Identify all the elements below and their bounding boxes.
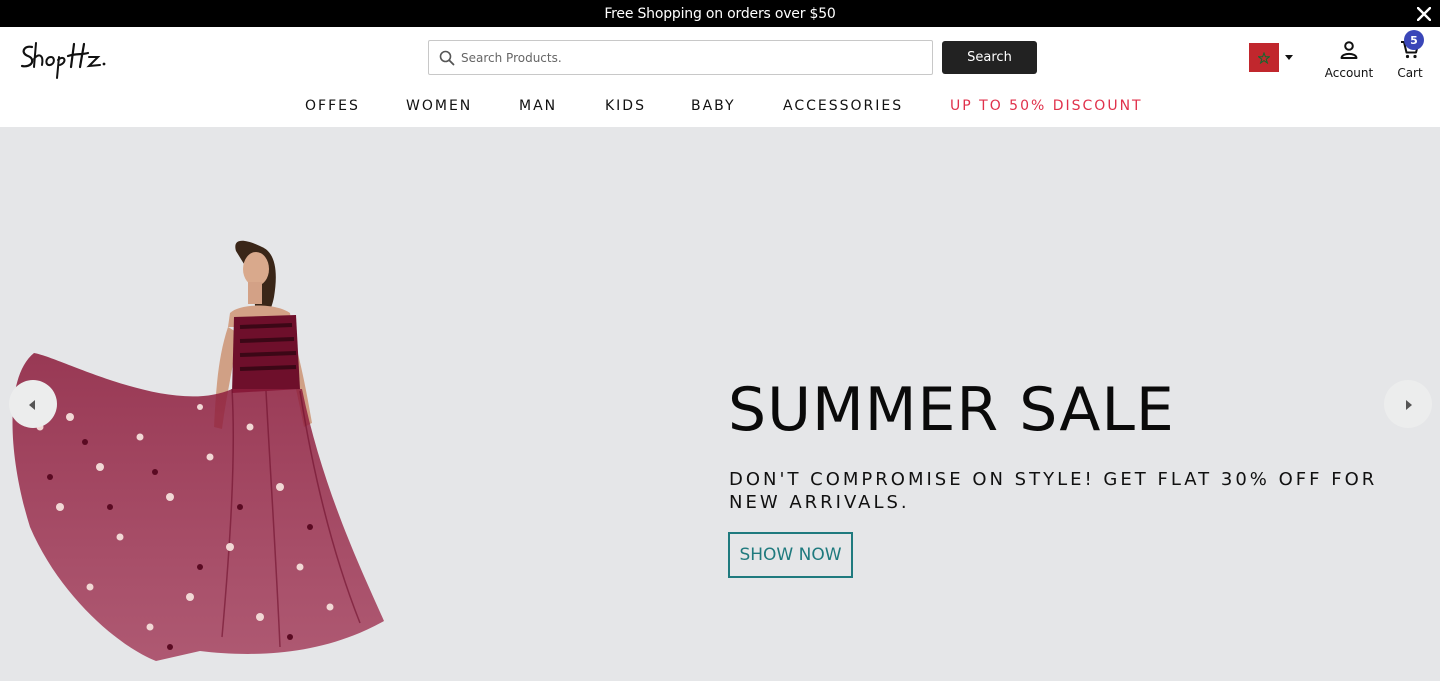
show-now-button[interactable]: SHOW NOW — [728, 532, 853, 578]
announcement-bar: Free Shopping on orders over $50 — [0, 0, 1440, 27]
search-icon — [433, 41, 461, 74]
search-button[interactable]: Search — [942, 41, 1037, 74]
cart-label: Cart — [1397, 66, 1423, 80]
nav-item-women[interactable]: WOMEN — [406, 98, 472, 114]
announcement-text: Free Shopping on orders over $50 — [604, 5, 836, 22]
site-header: Search Account 5 Cart — [0, 27, 1440, 89]
model-in-gown-image — [12, 240, 384, 661]
chevron-left-icon — [29, 395, 37, 414]
close-icon[interactable] — [1412, 0, 1436, 27]
caret-down-icon — [1285, 55, 1293, 60]
cart-count-badge: 5 — [1404, 30, 1424, 50]
cart-button[interactable]: 5 Cart — [1392, 30, 1428, 80]
chevron-right-icon — [1404, 395, 1412, 414]
nav-item-man[interactable]: MAN — [519, 98, 557, 114]
shophz-logo[interactable] — [18, 37, 110, 81]
nav-item-baby[interactable]: BABY — [691, 98, 736, 114]
nav-item-offes[interactable]: OFFES — [305, 98, 360, 114]
account-label: Account — [1324, 66, 1374, 80]
cart-icon: 5 — [1400, 30, 1424, 64]
search-input[interactable] — [461, 41, 932, 74]
country-selector[interactable] — [1249, 43, 1293, 72]
nav-item-kids[interactable]: KIDS — [605, 98, 646, 114]
nav-item-discount[interactable]: UP TO 50% DISCOUNT — [950, 98, 1143, 114]
carousel-next-button[interactable] — [1384, 380, 1432, 428]
account-button[interactable]: Account — [1322, 40, 1376, 80]
hero-banner: SUMMER SALE DON'T COMPROMISE ON STYLE! G… — [0, 127, 1440, 681]
carousel-prev-button[interactable] — [9, 380, 57, 428]
search-bar — [428, 40, 933, 75]
nav-item-accessories[interactable]: ACCESSORIES — [783, 98, 903, 114]
hero-subtitle: DON'T COMPROMISE ON STYLE! GET FLAT 30% … — [729, 469, 1378, 513]
main-nav: OFFES WOMEN MAN KIDS BABY ACCESSORIES UP… — [0, 89, 1440, 127]
morocco-flag-icon — [1249, 43, 1279, 72]
user-icon — [1339, 40, 1359, 64]
hero-title: SUMMER SALE — [728, 375, 1175, 445]
